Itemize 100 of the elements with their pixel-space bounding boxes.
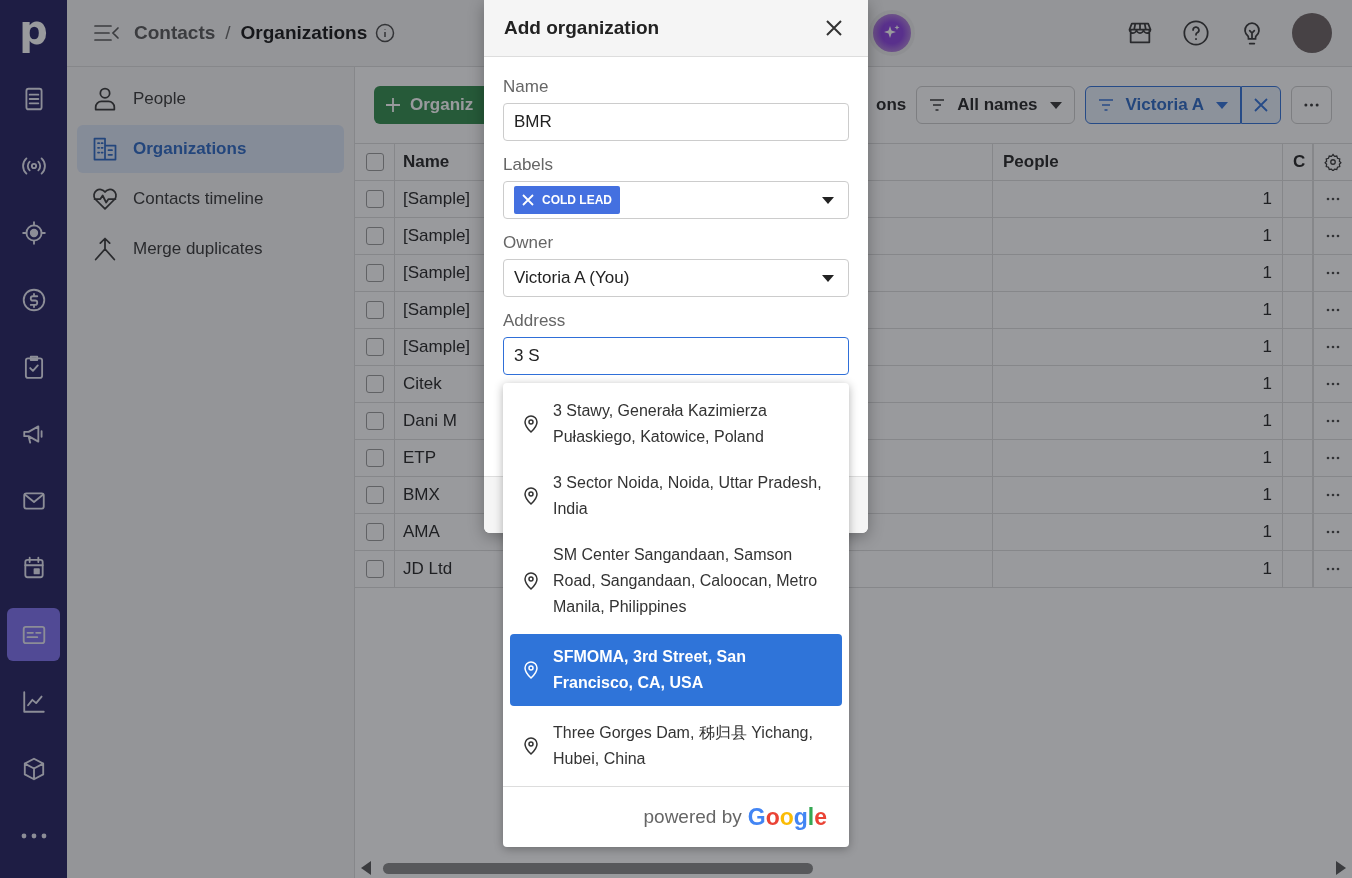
row-checkbox[interactable] xyxy=(365,227,384,245)
sidebar-item[interactable]: Contacts timeline xyxy=(77,175,344,223)
sidebar-item[interactable]: People xyxy=(77,75,344,123)
settings-icon[interactable] xyxy=(1324,153,1342,171)
suggestion-item[interactable]: 3 Stawy, Generała Kazimierza Pułaskiego, Katowice, Poland xyxy=(503,388,849,460)
logo[interactable]: p xyxy=(19,8,48,58)
more-icon[interactable] xyxy=(1326,419,1340,423)
more-icon[interactable] xyxy=(1326,271,1340,275)
table-cell[interactable]: [Sample] xyxy=(403,226,471,246)
suggestion-item[interactable]: Three Gorges Dam, 秭归县 Yichang, Hubei, China xyxy=(503,710,849,782)
row-checkbox[interactable] xyxy=(365,449,384,467)
more-icon[interactable] xyxy=(1326,345,1340,349)
row-checkbox[interactable] xyxy=(365,523,384,541)
avatar[interactable] xyxy=(1292,13,1332,53)
modal-title: Add organization xyxy=(504,17,660,39)
label-tag[interactable]: COLD LEAD xyxy=(514,186,620,214)
more-icon[interactable] xyxy=(1326,382,1340,386)
field-label: Owner xyxy=(503,233,555,254)
target-icon xyxy=(20,219,47,246)
owner-filter-dropdown[interactable]: Victoria A xyxy=(1084,86,1241,124)
table-cell: 1 xyxy=(1262,263,1272,283)
close-icon xyxy=(1254,98,1268,112)
clear-filter-button[interactable] xyxy=(1241,86,1281,124)
table-cell: 1 xyxy=(1262,189,1272,209)
table-cell: 1 xyxy=(1262,300,1272,320)
field-label: Address xyxy=(503,311,567,332)
breadcrumb-link[interactable]: Contacts xyxy=(134,22,216,44)
table-cell[interactable]: Citek xyxy=(403,374,442,394)
more-icon[interactable] xyxy=(1326,456,1340,460)
suggestion-item[interactable]: SM Center Sangandaan, Samson Road, Sangandaan, Caloocan, Metro Manila, Philippines xyxy=(503,532,849,630)
row-checkbox[interactable] xyxy=(365,560,384,578)
table-cell[interactable]: [Sample] xyxy=(403,300,471,320)
scrollbar-thumb[interactable] xyxy=(383,862,813,874)
table-cell: 1 xyxy=(1262,485,1272,505)
more-icon[interactable] xyxy=(1326,567,1340,571)
field-label: Labels xyxy=(503,155,555,176)
row-checkbox[interactable] xyxy=(365,301,384,319)
table-cell[interactable]: BMX xyxy=(403,485,440,505)
map-pin-icon xyxy=(523,415,539,433)
row-checkbox[interactable] xyxy=(365,338,384,356)
sparkle-button[interactable] xyxy=(869,10,916,56)
more-icon[interactable] xyxy=(1326,197,1340,201)
name-field[interactable]: BMR xyxy=(503,103,849,141)
caret-icon xyxy=(1049,101,1062,109)
table-cell: 1 xyxy=(1262,337,1272,357)
map-pin-icon xyxy=(523,737,539,755)
info-icon[interactable] xyxy=(375,23,396,43)
sidebar-item[interactable]: Merge duplicates xyxy=(77,225,344,273)
name-filter-dropdown[interactable]: All names xyxy=(916,86,1075,124)
column-header[interactable]: Name xyxy=(403,152,450,172)
suggestion-item[interactable]: SFMOMA, 3rd Street, San Francisco, CA, USA xyxy=(510,634,842,706)
breadcrumb-separator: / xyxy=(225,22,231,44)
help-icon[interactable] xyxy=(1182,19,1210,47)
table-cell[interactable]: AMA xyxy=(403,522,440,542)
scroll-left-icon[interactable] xyxy=(361,861,371,875)
scroll-right-icon[interactable] xyxy=(1336,861,1346,875)
labels-field[interactable]: COLD LEAD xyxy=(503,181,849,219)
filter-icon xyxy=(1097,99,1114,111)
table-cell[interactable]: Dani M xyxy=(403,411,457,431)
table-cell: 1 xyxy=(1262,411,1272,431)
owner-dropdown[interactable]: Victoria A (You) xyxy=(503,259,849,297)
row-checkbox[interactable] xyxy=(365,264,384,282)
filter-icon xyxy=(929,99,946,111)
caret-icon xyxy=(822,196,834,204)
more-icon[interactable] xyxy=(1326,234,1340,238)
table-cell[interactable]: JD Ltd xyxy=(403,559,453,579)
table-cell[interactable]: ETP xyxy=(403,448,437,468)
more-icon[interactable] xyxy=(1326,530,1340,534)
table-cell[interactable]: [Sample] xyxy=(403,337,471,357)
row-checkbox[interactable] xyxy=(365,375,384,393)
map-pin-icon xyxy=(523,661,539,679)
field-label: Name xyxy=(503,77,550,98)
close-icon[interactable] xyxy=(826,20,842,36)
attribution-text: powered by xyxy=(643,806,742,828)
more-icon[interactable] xyxy=(1326,493,1340,497)
select-all-checkbox[interactable] xyxy=(365,153,384,171)
row-checkbox[interactable] xyxy=(365,412,384,430)
caret-icon xyxy=(822,274,834,282)
row-checkbox[interactable] xyxy=(365,486,384,504)
table-cell[interactable]: [Sample] xyxy=(403,189,471,209)
plus-icon xyxy=(386,98,400,112)
map-pin-icon xyxy=(523,572,539,590)
page-title: Organizations xyxy=(240,22,368,44)
table-cell[interactable]: [Sample] xyxy=(403,263,471,283)
caret-icon xyxy=(1216,101,1228,109)
collapse-menu-icon[interactable] xyxy=(94,24,120,42)
google-logo: Google xyxy=(747,803,827,831)
dollar-icon xyxy=(20,286,47,313)
column-header[interactable]: People xyxy=(1003,152,1059,172)
table-cell: 1 xyxy=(1262,522,1272,542)
suggestion-item[interactable]: 3 Sector Noida, Noida, Uttar Pradesh, India xyxy=(503,460,849,532)
address-field[interactable]: 3 S xyxy=(503,337,849,375)
table-cell: 1 xyxy=(1262,226,1272,246)
row-checkbox[interactable] xyxy=(365,190,384,208)
more-icon[interactable] xyxy=(1326,308,1340,312)
toolbar-text: ons xyxy=(876,95,907,115)
more-icon xyxy=(20,832,47,839)
column-header[interactable]: C xyxy=(1293,152,1306,172)
building-icon xyxy=(91,135,119,163)
table-cell: 1 xyxy=(1262,448,1272,468)
